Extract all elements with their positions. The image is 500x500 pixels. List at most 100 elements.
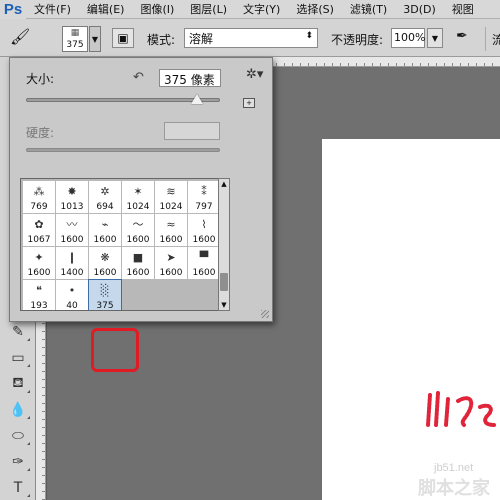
menu-filter[interactable]: 滤镜(T) (342, 1, 395, 17)
brush-preset-cell[interactable]: ≋ 1024 (155, 181, 187, 213)
brush-tool-icon[interactable]: 🖌 (10, 27, 34, 49)
brush-tip-icon: ❋ (100, 251, 110, 264)
chevron-updown-icon: ⬍ (305, 31, 313, 41)
preset-dropdown-arrow-icon[interactable]: ▼ (89, 26, 101, 52)
brush-tip-icon: ■ (132, 251, 144, 264)
brush-tip-icon: ⁑ (201, 185, 207, 198)
brush-list: ⁂ 769 ✸ 1013 ✲ 694 ✶ 1024 ≋ 1024 ⁑ 797 ✿ 1067 〰 1600 ⌁ 16… (20, 178, 230, 311)
brush-preset-picker: 大小: ↶ 375 像素 ✲▾ + 硬度: ⁂ 769 ✸ 1013 ✲ 694 ✶ 1024… (9, 57, 273, 372)
brush-preset-cell[interactable]: ❝ 193 (23, 280, 55, 311)
brush-tip-icon: ≈ (166, 218, 176, 231)
brush-preset-cell[interactable]: 〰 1600 (56, 214, 88, 246)
watermark-site: jb51.net (434, 462, 474, 474)
brush-tip-icon: ✸ (67, 185, 77, 198)
brush-preset-cell[interactable]: • 40 (56, 280, 88, 310)
brush-tip-icon: ❝ (36, 284, 42, 297)
brush-tip-icon: ✶ (133, 185, 143, 198)
brush-preset-cell[interactable]: ❋ 1600 (89, 247, 121, 279)
brush-thumb-icon: ▦ (70, 28, 80, 38)
brush-preset-cell[interactable]: ❙ 1400 (56, 247, 88, 279)
new-preset-icon[interactable]: + (243, 98, 255, 108)
resize-grip-icon[interactable] (261, 310, 269, 318)
scroll-down-icon[interactable]: ▼ (219, 300, 229, 310)
brush-size-label: 1600 (93, 235, 117, 245)
brush-preset-cell[interactable]: ✲ 694 (89, 181, 121, 213)
size-input[interactable]: 375 像素 (159, 69, 221, 87)
mode-value: 溶解 (189, 32, 214, 46)
brush-size-label: 1013 (60, 202, 84, 212)
brush-preset-cell[interactable]: ⁑ 797 (188, 181, 220, 213)
menu-view[interactable]: 视图 (444, 1, 482, 17)
brush-preset-cell[interactable]: ⁂ 769 (23, 181, 55, 213)
brush-tip-icon: 〰 (66, 218, 78, 231)
brush-size-label: 1600 (159, 235, 183, 245)
brush-preset-cell[interactable]: ✦ 1600 (23, 247, 55, 279)
brush-size-label: 1600 (93, 268, 117, 278)
brush-preset-cell[interactable]: ⌁ 1600 (89, 214, 121, 246)
brush-size-label: 1600 (60, 235, 84, 245)
brush-tip-icon: ✲ (100, 185, 110, 198)
brush-size-label: 193 (30, 301, 48, 311)
brush-preset-button[interactable]: ▦ 375 (62, 26, 88, 52)
pen-icon[interactable]: ✑ (4, 451, 32, 473)
brush-tip-icon: ⁂ (33, 185, 45, 198)
hardness-input (164, 122, 220, 140)
brush-tip-icon: ✦ (34, 251, 44, 264)
history-brush-icon[interactable]: ✎ (4, 321, 32, 343)
brush-preset-cell[interactable]: ✿ 1067 (23, 214, 55, 246)
size-label: 大小: (26, 72, 55, 86)
brush-tip-icon: ✿ (34, 218, 44, 231)
opacity-input[interactable]: 100% (391, 28, 425, 48)
brush-stroke-artwork (426, 391, 496, 427)
opacity-dropdown-arrow-icon[interactable]: ▼ (427, 28, 443, 48)
menu-select[interactable]: 选择(S) (288, 1, 342, 17)
size-slider-thumb[interactable] (190, 94, 203, 104)
menu-image[interactable]: 图像(I) (132, 1, 182, 17)
scroll-up-icon[interactable]: ▲ (219, 179, 229, 189)
brush-size-label: 1600 (159, 268, 183, 278)
reset-size-icon[interactable]: ↶ (133, 70, 144, 85)
menu-edit[interactable]: 编辑(E) (79, 1, 133, 17)
hardness-slider (26, 148, 220, 152)
app-logo[interactable]: Ps (0, 0, 26, 19)
pressure-opacity-icon[interactable]: ✒ (456, 28, 478, 48)
brush-size-label: 797 (195, 202, 213, 212)
menu-layer[interactable]: 图层(L) (182, 1, 235, 17)
brush-preset-cell[interactable]: ≈1600 (155, 214, 187, 246)
brush-tip-icon: ～ (132, 218, 144, 231)
brush-preset-size: 375 (66, 40, 84, 50)
brush-tip-icon: ➤ (166, 251, 176, 264)
brush-preset-cell[interactable]: ■ 1600 (122, 247, 154, 279)
brush-preset-cell[interactable]: ⌇ 1600 (188, 214, 220, 246)
type-icon[interactable]: T (4, 477, 32, 499)
document-canvas[interactable] (322, 139, 500, 500)
eraser-icon[interactable]: ▭ (4, 347, 32, 369)
divider (485, 27, 486, 51)
mode-select[interactable]: 溶解 ⬍ (184, 28, 318, 48)
brush-tip-icon: ▀ (199, 251, 209, 264)
dissolve-stroke-marks (426, 391, 496, 427)
brush-tip-icon: ❙ (67, 251, 77, 264)
brush-size-label: 1400 (60, 268, 84, 278)
brush-size-label: 694 (96, 202, 114, 212)
scroll-thumb[interactable] (220, 273, 228, 291)
brush-preset-cell[interactable]: ✸ 1013 (56, 181, 88, 213)
brush-tip-icon: ⌇ (201, 218, 207, 231)
menu-file[interactable]: 文件(F) (26, 1, 79, 17)
menu-type[interactable]: 文字(Y) (235, 1, 288, 17)
paint-bucket-icon[interactable]: ⛾ (4, 373, 32, 395)
gear-icon[interactable]: ✲▾ (246, 67, 263, 82)
blur-icon[interactable]: 💧 (4, 399, 32, 421)
brush-tip-icon: ░ (100, 284, 110, 297)
brush-preset-cell[interactable]: ➤ 1600 (155, 247, 187, 279)
brush-preset-cell[interactable]: ～ 1600 (122, 214, 154, 246)
brush-size-label: 1600 (126, 235, 150, 245)
opacity-label: 不透明度: (331, 33, 384, 47)
brush-preset-cell[interactable]: ░ 375 (88, 279, 122, 310)
brush-list-scrollbar[interactable]: ▲ ▼ (218, 178, 230, 311)
sponge-icon[interactable]: ⬭ (4, 425, 32, 447)
menu-3d[interactable]: 3D(D) (395, 3, 444, 16)
toggle-brush-panel-icon[interactable]: ▣ (112, 28, 134, 48)
brush-preset-cell[interactable]: ▀ 1600 (188, 247, 220, 279)
brush-preset-cell[interactable]: ✶ 1024 (122, 181, 154, 213)
